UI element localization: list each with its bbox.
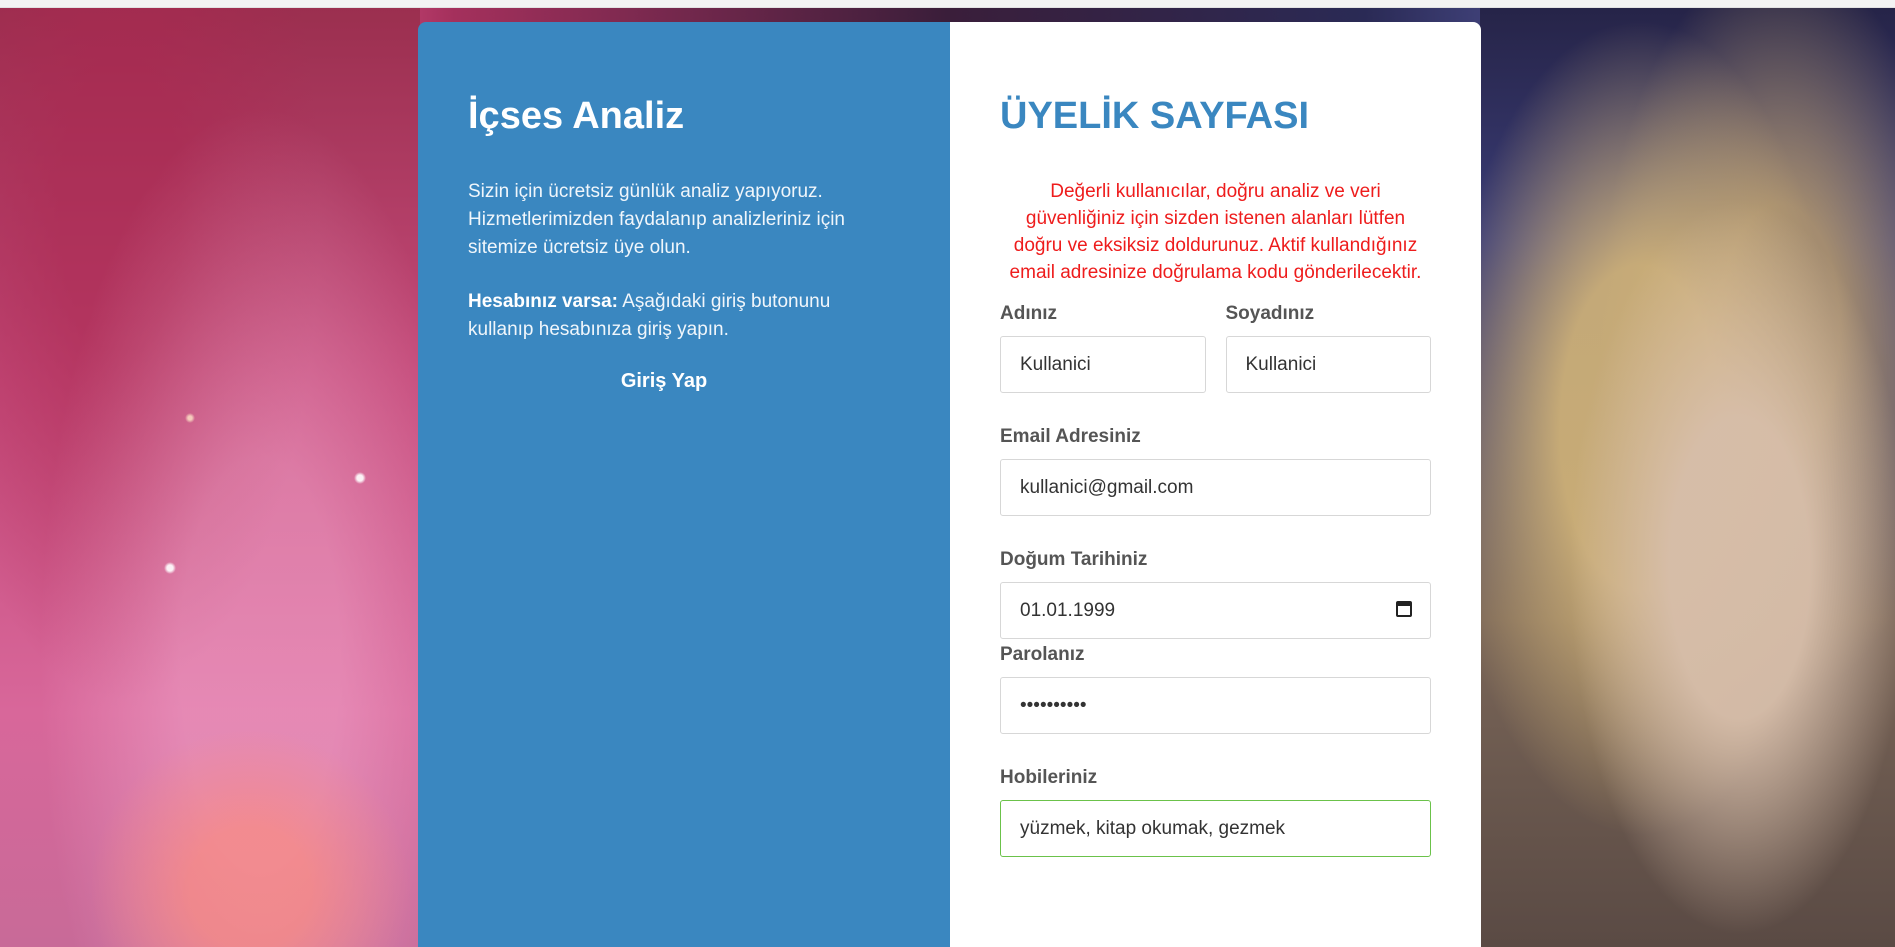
info-panel: İçses Analiz Sizin için ücretsiz günlük … [418, 22, 950, 947]
first-name-group: Adınız [1000, 302, 1206, 393]
email-label: Email Adresiniz [1000, 426, 1141, 447]
account-bold: Hesabınız varsa: [468, 291, 618, 312]
hobbies-input[interactable] [1000, 800, 1431, 857]
email-input[interactable] [1000, 459, 1431, 516]
intro-text: Sizin için ücretsiz günlük analiz yapıyo… [468, 181, 845, 258]
hobbies-group: Hobileriniz [1000, 766, 1431, 857]
birth-date-group: Doğum Tarihiniz [1000, 548, 1431, 639]
last-name-group: Soyadınız [1225, 302, 1431, 393]
form-title: ÜYELİK SAYFASI [1000, 95, 1310, 137]
hobbies-label: Hobileriniz [1000, 767, 1098, 788]
background-right-image [1480, 8, 1895, 947]
account-text: Hesabınız varsa: Aşağıdaki giriş butonun… [468, 288, 900, 344]
last-name-label: Soyadınız [1225, 303, 1315, 324]
birth-date-wrapper [1000, 582, 1431, 639]
last-name-input[interactable] [1225, 336, 1431, 393]
first-name-label: Adınız [1000, 303, 1057, 324]
brand-title: İçses Analiz [468, 95, 685, 137]
password-label: Parolanız [1000, 644, 1085, 665]
browser-top-strip [0, 0, 1895, 8]
first-name-input[interactable] [1000, 336, 1206, 393]
form-panel: ÜYELİK SAYFASI Değerli kullanıcılar, doğ… [950, 22, 1481, 947]
birth-date-label: Doğum Tarihiniz [1000, 549, 1148, 570]
login-button[interactable]: Giriş Yap [468, 370, 860, 393]
calendar-icon[interactable] [1396, 601, 1412, 617]
birth-date-input[interactable] [1000, 582, 1431, 639]
password-group: Parolanız [1000, 643, 1431, 734]
password-input[interactable] [1000, 677, 1431, 734]
email-group: Email Adresiniz [1000, 425, 1431, 516]
notice-text: Değerli kullanıcılar, doğru analiz ve ve… [1009, 181, 1422, 283]
name-row: Adınız Soyadınız [1000, 302, 1431, 425]
signup-card: İçses Analiz Sizin için ücretsiz günlük … [418, 22, 1481, 947]
background-left-image [0, 8, 420, 947]
